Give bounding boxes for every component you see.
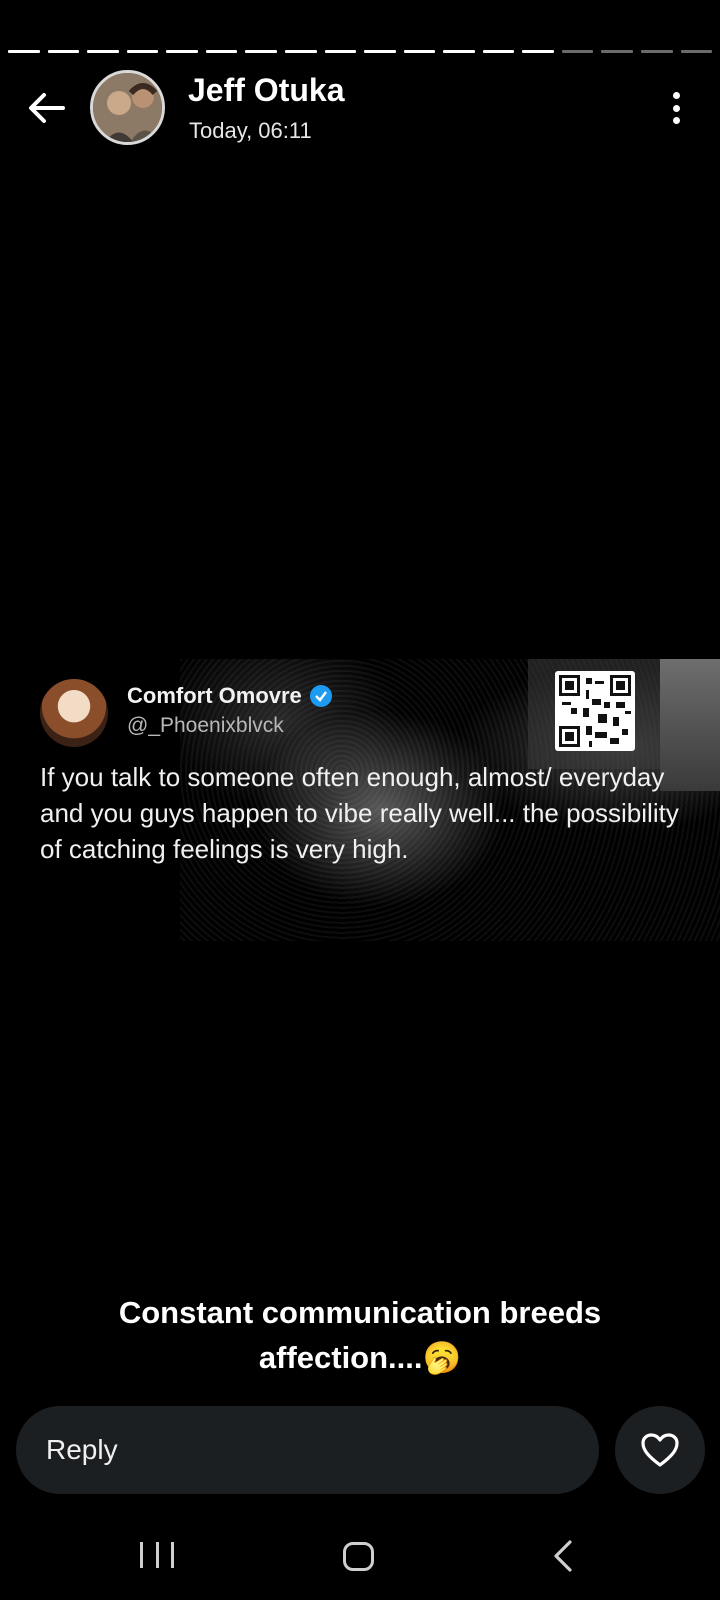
contact-name[interactable]: Jeff Otuka <box>188 72 344 109</box>
home-icon[interactable] <box>343 1542 374 1571</box>
progress-segment <box>205 50 238 53</box>
tweet-text: If you talk to someone often enough, alm… <box>40 762 679 864</box>
arrow-left-icon <box>29 93 65 123</box>
story-progress-bar <box>8 50 713 53</box>
tweet-author-name: Comfort Omovre <box>127 683 302 708</box>
progress-segment <box>47 50 80 53</box>
progress-segment <box>8 50 40 53</box>
more-options-button[interactable] <box>666 88 686 128</box>
reply-input[interactable]: Reply <box>16 1406 599 1494</box>
progress-segment <box>443 50 475 53</box>
story-media-image: Comfort Omovre @_Phoenixblvck If you tal… <box>0 659 720 941</box>
progress-segment <box>561 50 594 53</box>
progress-segment <box>126 50 159 53</box>
progress-segment <box>641 50 673 53</box>
story-header: Jeff Otuka Today, 06:11 <box>0 66 720 152</box>
progress-segment <box>482 50 515 53</box>
progress-segment <box>87 50 119 53</box>
progress-segment <box>680 50 713 53</box>
progress-segment <box>522 50 554 53</box>
recent-apps-icon[interactable] <box>140 1542 174 1574</box>
tweet-author: Comfort Omovre <box>127 683 332 709</box>
progress-segment <box>284 50 317 53</box>
reply-placeholder: Reply <box>46 1434 118 1465</box>
progress-segment <box>324 50 357 53</box>
progress-segment <box>245 50 277 53</box>
tweet-handle: @_Phoenixblvck <box>127 714 284 737</box>
post-timestamp: Today, 06:11 <box>189 118 312 143</box>
qr-code-icon <box>555 671 635 751</box>
progress-segment <box>403 50 436 53</box>
avatar[interactable] <box>90 70 165 145</box>
story-caption: Constant communication breeds affection.… <box>118 1295 602 1375</box>
progress-segment <box>601 50 633 53</box>
story-viewer: Jeff Otuka Today, 06:11 Comfort Omovre @… <box>0 0 720 1600</box>
progress-segment <box>364 50 396 53</box>
progress-segment <box>166 50 198 53</box>
like-button[interactable] <box>615 1406 705 1494</box>
tweet-author-avatar <box>40 679 108 747</box>
more-vert-icon <box>672 92 680 99</box>
back-icon[interactable] <box>548 1538 578 1574</box>
heart-icon <box>641 1433 679 1467</box>
avatar-photo <box>93 73 162 142</box>
back-button[interactable] <box>22 84 70 132</box>
verified-badge-icon <box>309 685 332 707</box>
system-nav-bar <box>0 1516 720 1600</box>
